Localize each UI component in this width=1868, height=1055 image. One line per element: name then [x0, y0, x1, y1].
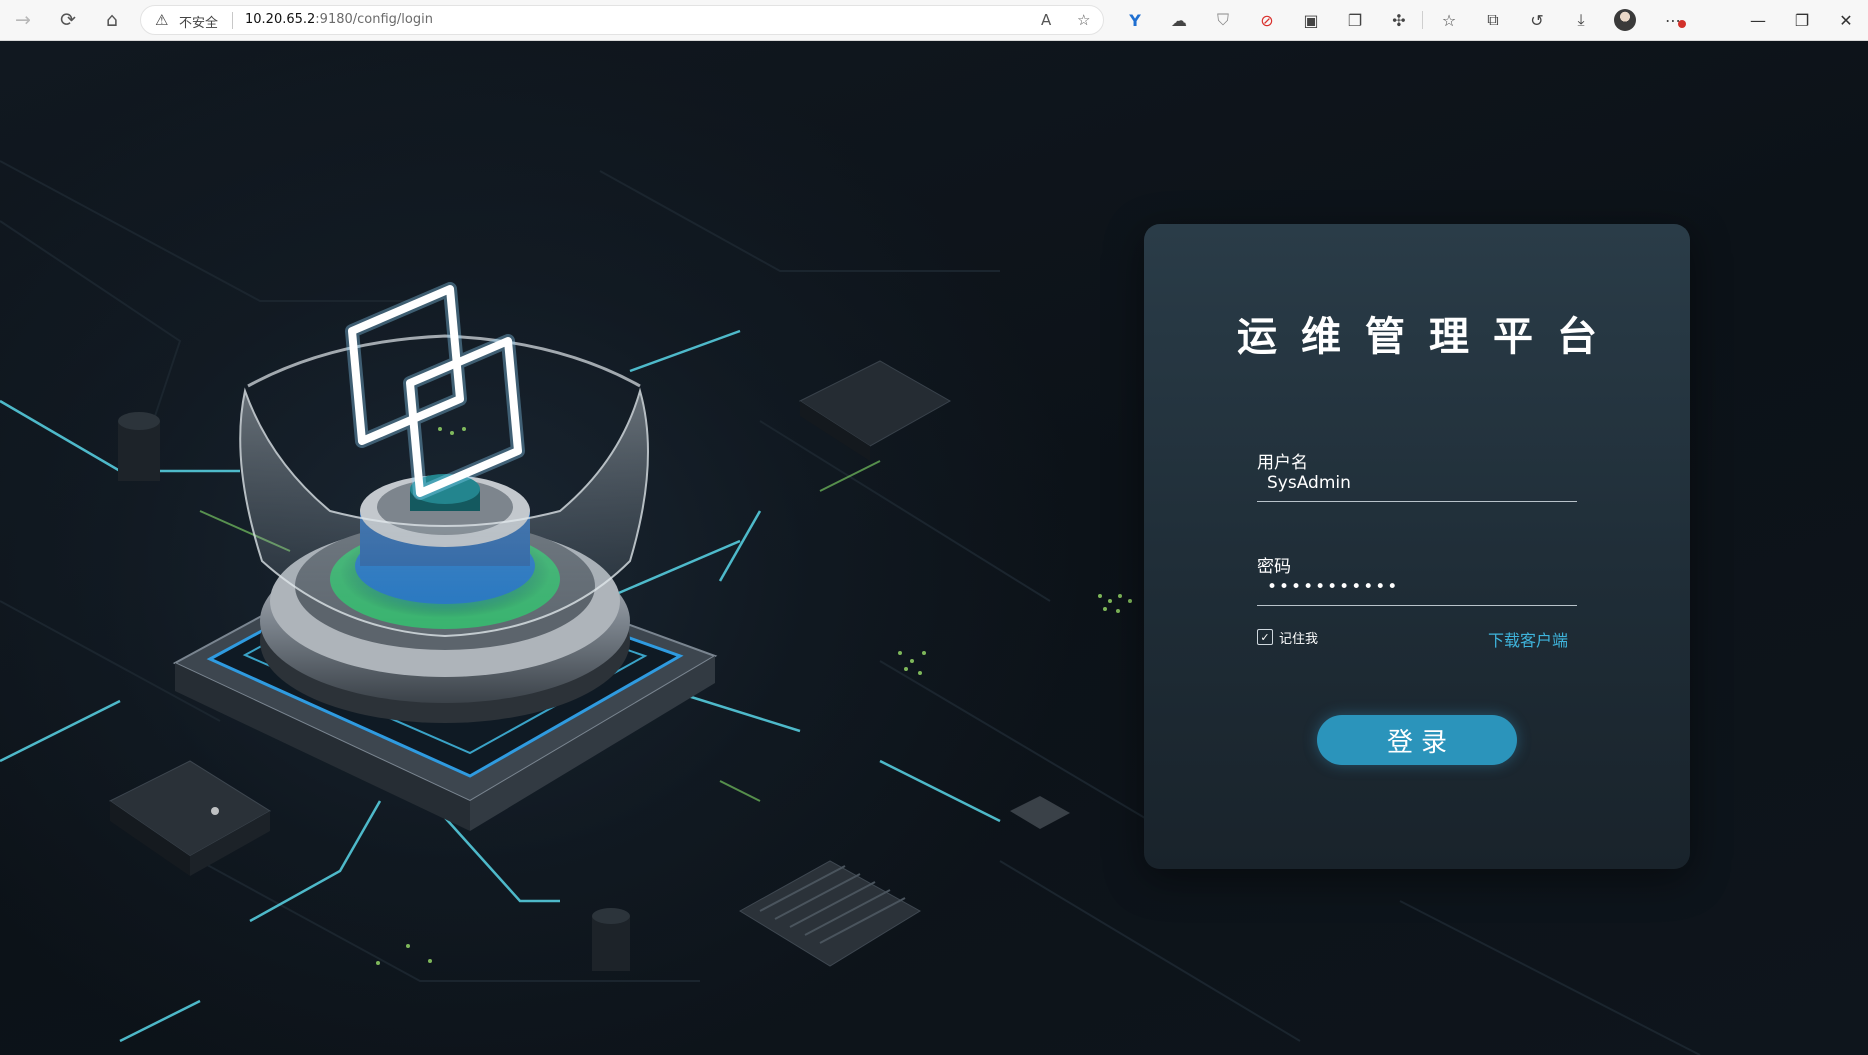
remember-me-checkbox[interactable]: ✓	[1257, 629, 1273, 645]
cloud-icon[interactable]: ☁	[1166, 7, 1192, 33]
login-button[interactable]: 登录	[1317, 715, 1517, 765]
url-text[interactable]: 10.20.65.2:9180/config/login	[245, 12, 433, 27]
capacitor-left	[118, 412, 160, 481]
block-extension-icon[interactable]: ⊘	[1254, 7, 1280, 33]
restore-icon[interactable]: ❐	[1782, 6, 1822, 34]
forward-icon[interactable]: →	[8, 6, 38, 34]
profile-avatar[interactable]	[1614, 9, 1636, 31]
home-icon[interactable]: ⌂	[97, 6, 127, 34]
address-bar[interactable]: ⚠ 不安全 10.20.65.2:9180/config/login A ☆	[140, 5, 1104, 35]
collections-icon[interactable]: ⧉	[1480, 7, 1506, 33]
toolbar-separator	[1422, 11, 1423, 29]
shield-extension-icon[interactable]: ⛉	[1210, 7, 1236, 33]
history-icon[interactable]: ↺	[1524, 7, 1550, 33]
refresh-icon[interactable]: ⟳	[53, 6, 83, 34]
security-label[interactable]: 不安全	[179, 12, 218, 31]
address-divider	[232, 12, 233, 29]
favorites-icon[interactable]: ☆	[1436, 7, 1462, 33]
copy-extension-icon[interactable]: ❐	[1342, 7, 1368, 33]
small-component	[1010, 796, 1070, 829]
read-aloud-icon[interactable]: A	[1041, 11, 1051, 29]
notification-badge	[1678, 20, 1686, 28]
url-host: 10.20.65.2	[245, 12, 316, 27]
url-path: :9180/config/login	[315, 12, 433, 27]
capacitor-bottom	[592, 908, 630, 971]
add-favorite-icon[interactable]: ☆	[1077, 11, 1090, 29]
username-input[interactable]	[1257, 464, 1577, 502]
heatsink-chip	[739, 860, 921, 967]
download-client-link[interactable]: 下载客户端	[1488, 627, 1568, 651]
extension-box-icon[interactable]: ▣	[1298, 7, 1324, 33]
close-icon[interactable]: ✕	[1826, 6, 1866, 34]
downloads-icon[interactable]: ⤓	[1568, 7, 1594, 33]
extension-y-icon[interactable]: Y	[1122, 7, 1148, 33]
warning-icon[interactable]: ⚠	[155, 11, 168, 29]
glowing-logo	[345, 282, 525, 500]
chip-right-top	[798, 360, 952, 461]
password-input[interactable]	[1257, 568, 1577, 606]
browser-toolbar: → ⟳ ⌂ ⚠ 不安全 10.20.65.2:9180/config/login…	[0, 0, 1868, 41]
page-title: 运维管理平台	[1237, 314, 1621, 360]
remember-me-label[interactable]: 记住我	[1279, 628, 1318, 647]
minimize-icon[interactable]: —	[1738, 6, 1778, 34]
chip-left	[109, 760, 271, 876]
puzzle-extensions-icon[interactable]: ✣	[1386, 7, 1412, 33]
login-card: 运维管理平台 用户名 密码 ✓ 记住我 下载客户端 登录	[1144, 224, 1690, 869]
login-page: 运维管理平台 用户名 密码 ✓ 记住我 下载客户端 登录	[0, 41, 1868, 1055]
